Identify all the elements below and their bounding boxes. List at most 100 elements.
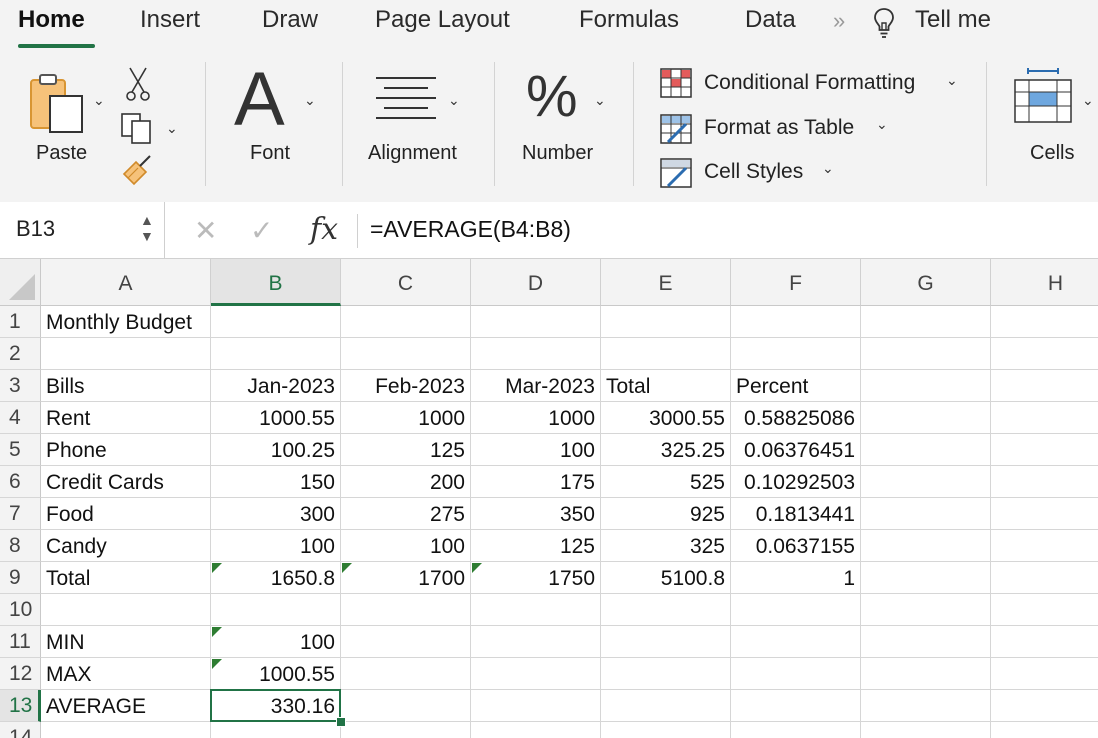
cell-f8[interactable]: 0.0637155 (731, 530, 861, 562)
cell-c1[interactable] (341, 306, 471, 338)
cell-f14[interactable] (731, 722, 861, 738)
cell-c13[interactable] (341, 690, 471, 722)
cell-d3[interactable]: Mar-2023 (471, 370, 601, 402)
cell-f10[interactable] (731, 594, 861, 626)
row-header-8[interactable]: 8 (0, 530, 41, 562)
cell-d2[interactable] (471, 338, 601, 370)
conditional-formatting-icon[interactable] (660, 68, 692, 98)
cells-icon[interactable] (1014, 68, 1072, 124)
cell-a2[interactable] (41, 338, 211, 370)
column-header-f[interactable]: F (731, 259, 861, 306)
cell-g9[interactable] (861, 562, 991, 594)
cell-d7[interactable]: 350 (471, 498, 601, 530)
cell-b12[interactable]: 1000.55 (211, 658, 341, 690)
cell-a10[interactable] (41, 594, 211, 626)
format-painter-icon[interactable] (120, 154, 156, 188)
column-header-b[interactable]: B (211, 259, 341, 306)
row-header-6[interactable]: 6 (0, 466, 41, 498)
cell-e2[interactable] (601, 338, 731, 370)
cell-d1[interactable] (471, 306, 601, 338)
cell-f3[interactable]: Percent (731, 370, 861, 402)
cell-b3[interactable]: Jan-2023 (211, 370, 341, 402)
percent-number-format-icon[interactable]: % (526, 62, 578, 132)
cell-h10[interactable] (991, 594, 1098, 626)
tab-insert[interactable]: Insert (140, 6, 200, 34)
cell-e4[interactable]: 3000.55 (601, 402, 731, 434)
row-header-13[interactable]: 13 (0, 690, 41, 722)
cell-g10[interactable] (861, 594, 991, 626)
cell-g6[interactable] (861, 466, 991, 498)
tab-draw[interactable]: Draw (262, 6, 318, 34)
cell-e12[interactable] (601, 658, 731, 690)
tab-data[interactable]: Data (745, 6, 796, 34)
cell-a6[interactable]: Credit Cards (41, 466, 211, 498)
column-header-c[interactable]: C (341, 259, 471, 306)
cell-styles-icon[interactable] (660, 158, 692, 188)
paste-dropdown-chevron-icon[interactable]: ⌄ (93, 92, 105, 109)
row-header-1[interactable]: 1 (0, 306, 41, 338)
font-icon[interactable]: A (234, 56, 285, 144)
cell-f4[interactable]: 0.58825086 (731, 402, 861, 434)
error-indicator-icon[interactable] (212, 563, 222, 573)
row-header-7[interactable]: 7 (0, 498, 41, 530)
cell-d14[interactable] (471, 722, 601, 738)
cell-a5[interactable]: Phone (41, 434, 211, 466)
cells-dropdown-chevron-icon[interactable]: ⌄ (1082, 92, 1094, 109)
name-box[interactable]: B13 ▲ ▼ (0, 202, 165, 258)
cell-c11[interactable] (341, 626, 471, 658)
cell-e9[interactable]: 5100.8 (601, 562, 731, 594)
cut-scissors-icon[interactable] (124, 66, 152, 102)
cell-a13[interactable]: AVERAGE (41, 690, 211, 722)
tell-me-search[interactable]: Tell me (915, 6, 991, 34)
cell-d8[interactable]: 125 (471, 530, 601, 562)
row-header-14[interactable]: 14 (0, 722, 41, 738)
cell-c7[interactable]: 275 (341, 498, 471, 530)
formula-input[interactable]: =AVERAGE(B4:B8) (370, 216, 571, 243)
tab-page-layout[interactable]: Page Layout (375, 6, 510, 34)
cell-c8[interactable]: 100 (341, 530, 471, 562)
cell-b8[interactable]: 100 (211, 530, 341, 562)
cell-h9[interactable] (991, 562, 1098, 594)
cell-g3[interactable] (861, 370, 991, 402)
cell-g14[interactable] (861, 722, 991, 738)
cell-c3[interactable]: Feb-2023 (341, 370, 471, 402)
number-dropdown-chevron-icon[interactable]: ⌄ (594, 92, 606, 109)
more-tabs-chevron-icon[interactable]: » (833, 8, 845, 34)
cell-h8[interactable] (991, 530, 1098, 562)
cell-e5[interactable]: 325.25 (601, 434, 731, 466)
cell-c2[interactable] (341, 338, 471, 370)
column-header-g[interactable]: G (861, 259, 991, 306)
cell-f13[interactable] (731, 690, 861, 722)
cell-f1[interactable] (731, 306, 861, 338)
confirm-formula-icon[interactable]: ✓ (250, 214, 273, 247)
cell-d9[interactable]: 1750 (471, 562, 601, 594)
row-header-11[interactable]: 11 (0, 626, 41, 658)
cell-b11[interactable]: 100 (211, 626, 341, 658)
column-header-h[interactable]: H (991, 259, 1098, 306)
row-header-12[interactable]: 12 (0, 658, 41, 690)
error-indicator-icon[interactable] (472, 563, 482, 573)
cell-e11[interactable] (601, 626, 731, 658)
cell-f12[interactable] (731, 658, 861, 690)
conditional-formatting-chevron-icon[interactable]: ⌄ (946, 72, 958, 89)
tab-home[interactable]: Home (18, 6, 85, 34)
row-header-3[interactable]: 3 (0, 370, 41, 402)
cell-f11[interactable] (731, 626, 861, 658)
cell-f9[interactable]: 1 (731, 562, 861, 594)
cell-b9[interactable]: 1650.8 (211, 562, 341, 594)
cell-h14[interactable] (991, 722, 1098, 738)
cell-a4[interactable]: Rent (41, 402, 211, 434)
cell-a11[interactable]: MIN (41, 626, 211, 658)
cell-e10[interactable] (601, 594, 731, 626)
cell-c4[interactable]: 1000 (341, 402, 471, 434)
cell-h1[interactable] (991, 306, 1098, 338)
select-all-corner[interactable] (0, 259, 41, 306)
paste-icon[interactable] (28, 72, 90, 136)
cell-h13[interactable] (991, 690, 1098, 722)
cell-g5[interactable] (861, 434, 991, 466)
cell-g4[interactable] (861, 402, 991, 434)
cell-c5[interactable]: 125 (341, 434, 471, 466)
cell-h4[interactable] (991, 402, 1098, 434)
row-header-4[interactable]: 4 (0, 402, 41, 434)
font-dropdown-chevron-icon[interactable]: ⌄ (304, 92, 316, 109)
